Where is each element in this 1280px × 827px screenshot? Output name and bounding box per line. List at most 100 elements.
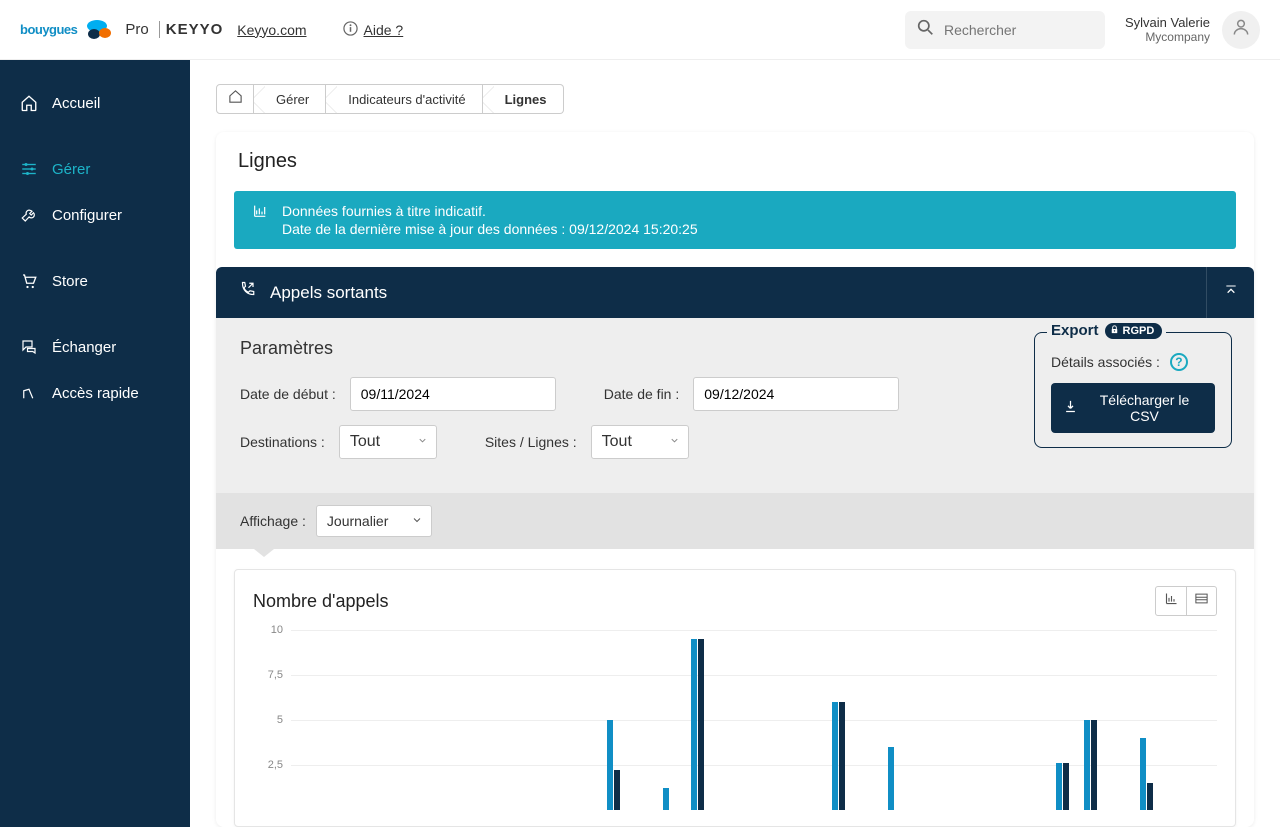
panel-title: Appels sortants	[270, 283, 387, 303]
sidebar-item-label: Échanger	[52, 339, 116, 356]
download-icon	[1063, 399, 1078, 417]
bar	[607, 720, 613, 810]
brand-site-link[interactable]: Keyyo.com	[237, 22, 306, 38]
chart-card: Nombre d'appels 2,557,510	[234, 569, 1236, 827]
sidebar-item-store[interactable]: Store	[0, 258, 190, 304]
sidebar-item-gerer[interactable]: Gérer	[0, 146, 190, 192]
sidebar-item-echanger[interactable]: Échanger	[0, 324, 190, 370]
export-details: Détails associés : ?	[1051, 353, 1215, 371]
search-box[interactable]	[905, 11, 1105, 49]
bar	[1063, 763, 1069, 810]
cart-icon	[20, 272, 38, 290]
collapse-button[interactable]	[1206, 267, 1254, 318]
breadcrumb-item-gerer[interactable]: Gérer	[254, 84, 326, 114]
user-name: Sylvain Valerie	[1125, 15, 1210, 30]
bar	[1084, 720, 1090, 810]
params-section: Paramètres Date de début : Date de fin :…	[216, 318, 1254, 493]
download-csv-button[interactable]: Télécharger le CSV	[1051, 383, 1215, 433]
export-legend: Export RGPD	[1047, 322, 1166, 339]
y-tick: 7,5	[268, 669, 283, 681]
page-title: Lignes	[216, 132, 1254, 191]
bar	[1056, 763, 1062, 810]
sidebar-item-configurer[interactable]: Configurer	[0, 192, 190, 238]
info-line-2: Date de la dernière mise à jour des donn…	[282, 221, 698, 237]
rgpd-badge: RGPD	[1105, 323, 1163, 339]
panel-header[interactable]: Appels sortants	[216, 267, 1254, 318]
bar-group	[936, 630, 964, 810]
display-bar: Affichage : Journalier	[216, 493, 1254, 549]
y-tick: 2,5	[268, 759, 283, 771]
date-start-input[interactable]	[350, 377, 556, 411]
info-icon	[343, 21, 358, 39]
info-bar: Données fournies à titre indicatif. Date…	[234, 191, 1236, 249]
bar-group	[965, 630, 993, 810]
bar-group	[1049, 630, 1077, 810]
help-icon[interactable]: ?	[1170, 353, 1188, 371]
sidebar-item-label: Configurer	[52, 207, 122, 224]
destinations-label: Destinations :	[240, 434, 325, 450]
display-select[interactable]: Journalier	[316, 505, 432, 537]
sidebar-item-label: Gérer	[52, 161, 90, 178]
bar	[1140, 738, 1146, 810]
sites-select[interactable]: Tout	[591, 425, 689, 459]
table-view-button[interactable]	[1186, 587, 1216, 615]
user-icon	[1231, 17, 1251, 42]
home-icon	[20, 94, 38, 112]
bar-group	[375, 630, 403, 810]
bar-group	[908, 630, 936, 810]
bar-group	[403, 630, 431, 810]
chevron-down-icon	[417, 433, 428, 451]
chevron-down-icon	[669, 433, 680, 451]
bar-group	[1133, 630, 1161, 810]
user-block[interactable]: Sylvain Valerie Mycompany	[1125, 15, 1210, 44]
phone-out-icon	[238, 281, 256, 304]
shortcut-icon	[20, 384, 38, 402]
sidebar-item-label: Accueil	[52, 95, 100, 112]
view-toggle	[1155, 586, 1217, 616]
search-icon	[917, 19, 934, 41]
bar-group	[628, 630, 656, 810]
sidebar-item-acces-rapide[interactable]: Accès rapide	[0, 370, 190, 416]
bar-group	[684, 630, 712, 810]
breadcrumb-item-indicateurs[interactable]: Indicateurs d'activité	[326, 84, 482, 114]
date-start-label: Date de début :	[240, 386, 336, 402]
bar-group	[656, 630, 684, 810]
chart-view-button[interactable]	[1156, 587, 1186, 615]
outgoing-calls-panel: Appels sortants Paramètres Date de début…	[216, 267, 1254, 827]
bar-group	[291, 630, 319, 810]
export-box: Export RGPD Détails associés : ?	[1034, 332, 1232, 448]
chevron-up-icon	[1223, 282, 1239, 303]
breadcrumb-home[interactable]	[216, 84, 254, 114]
sidebar: Accueil Gérer Configurer Store Échanger …	[0, 60, 190, 827]
breadcrumb-item-lignes: Lignes	[483, 84, 564, 114]
bar-group	[1021, 630, 1049, 810]
y-tick: 10	[271, 624, 283, 636]
date-end-input[interactable]	[693, 377, 899, 411]
bar	[888, 747, 894, 810]
chart-icon	[252, 203, 268, 237]
bar-group	[740, 630, 768, 810]
sidebar-item-accueil[interactable]: Accueil	[0, 80, 190, 126]
table-icon	[1194, 591, 1209, 611]
bar	[839, 702, 845, 810]
bar-group	[880, 630, 908, 810]
bar-group	[1189, 630, 1217, 810]
bar	[614, 770, 620, 810]
main: Gérer Indicateurs d'activité Lignes Lign…	[190, 60, 1280, 827]
date-end-label: Date de fin :	[604, 386, 680, 402]
lock-icon	[1109, 324, 1120, 338]
bar-group	[459, 630, 487, 810]
bar-group	[1105, 630, 1133, 810]
sidebar-item-label: Store	[52, 273, 88, 290]
bar	[1147, 783, 1153, 810]
chevron-down-icon	[411, 513, 423, 529]
bar-group	[712, 630, 740, 810]
bar	[691, 639, 697, 810]
bar-group	[600, 630, 628, 810]
help-link[interactable]: Aide ?	[343, 21, 404, 39]
bar	[698, 639, 704, 810]
search-input[interactable]	[944, 22, 1093, 38]
avatar[interactable]	[1222, 11, 1260, 49]
bar-group	[768, 630, 796, 810]
destinations-select[interactable]: Tout	[339, 425, 437, 459]
